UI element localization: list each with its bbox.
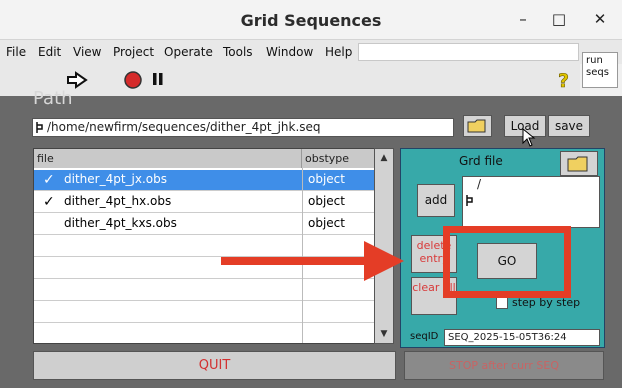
grd-file-label: Grd file (459, 154, 503, 168)
browse-path-button[interactable] (463, 115, 492, 137)
obstype-cell: object (308, 216, 345, 230)
menu-tools[interactable]: Tools (223, 45, 253, 59)
menu-edit[interactable]: Edit (38, 45, 61, 59)
path-input[interactable]: /home/newfirm/sequences/dither_4pt_jhk.s… (32, 118, 454, 137)
abort-icon[interactable] (124, 71, 142, 89)
menu-window[interactable]: Window (266, 45, 313, 59)
file-cell: dither_4pt_kxs.obs (64, 216, 177, 230)
file-cell: dither_4pt_jx.obs (64, 172, 167, 186)
seqid-field[interactable]: SEQ_2025-15-05T36:24 (444, 329, 600, 346)
table-row[interactable]: dither_4pt_kxs.obs object (34, 214, 375, 235)
menu-view[interactable]: View (73, 45, 101, 59)
folder-icon (467, 119, 485, 133)
obstype-cell: object (308, 194, 345, 208)
table-row[interactable] (34, 302, 375, 323)
highlight-box (443, 226, 571, 298)
pause-icon[interactable] (151, 72, 165, 86)
column-header-file[interactable]: file (34, 149, 302, 168)
table-row[interactable] (34, 236, 375, 257)
stop-after-seq-button[interactable]: STOP after curr SEQ (404, 351, 604, 380)
table-row[interactable]: ✓ dither_4pt_hx.obs object (34, 192, 375, 213)
title-bar: Grid Sequences – □ ✕ (0, 0, 622, 40)
close-button[interactable]: ✕ (589, 8, 611, 30)
path-type-icon (466, 195, 473, 206)
scroll-up-icon[interactable]: ▲ (376, 150, 392, 166)
svg-text:?: ? (558, 70, 569, 91)
column-header-obstype[interactable]: obstype (302, 149, 375, 168)
run-arrow-icon[interactable] (66, 71, 88, 89)
check-icon: ✓ (43, 194, 55, 210)
table-row[interactable] (34, 280, 375, 301)
menu-help[interactable]: Help (325, 45, 352, 59)
add-button[interactable]: add (417, 184, 455, 217)
minimize-button[interactable]: – (512, 8, 534, 30)
folder-icon (567, 156, 588, 172)
seqid-label: seqID (410, 331, 439, 342)
run-seqs-indicator: run seqs (582, 52, 618, 88)
path-label: Path (33, 88, 73, 109)
menu-operate[interactable]: Operate (164, 45, 213, 59)
toolbar: ? (0, 64, 580, 96)
obstype-cell: object (308, 172, 345, 186)
table-row[interactable]: ✓ dither_4pt_jx.obs object (34, 170, 375, 191)
path-type-icon (36, 122, 43, 133)
sequence-file-table[interactable]: file obstype ✓ dither_4pt_jx.obs object … (33, 148, 375, 344)
column-divider (302, 168, 303, 343)
help-icon[interactable]: ? (555, 69, 573, 91)
scroll-down-icon[interactable]: ▼ (376, 326, 392, 342)
maximize-button[interactable]: □ (548, 8, 570, 30)
file-cell: dither_4pt_hx.obs (64, 194, 172, 208)
mouse-cursor-icon (522, 128, 536, 147)
save-button[interactable]: save (548, 115, 590, 137)
menu-file[interactable]: File (6, 45, 26, 59)
grd-file-input[interactable]: / (462, 176, 600, 228)
annotation-arrow-head (364, 241, 404, 281)
annotation-arrow (221, 257, 369, 265)
quit-button[interactable]: QUIT (33, 351, 396, 380)
step-by-step-checkbox[interactable] (496, 297, 508, 309)
grd-browse-button[interactable] (560, 151, 598, 176)
menu-text-field[interactable] (358, 43, 579, 61)
menu-project[interactable]: Project (113, 45, 154, 59)
check-icon: ✓ (43, 172, 55, 188)
